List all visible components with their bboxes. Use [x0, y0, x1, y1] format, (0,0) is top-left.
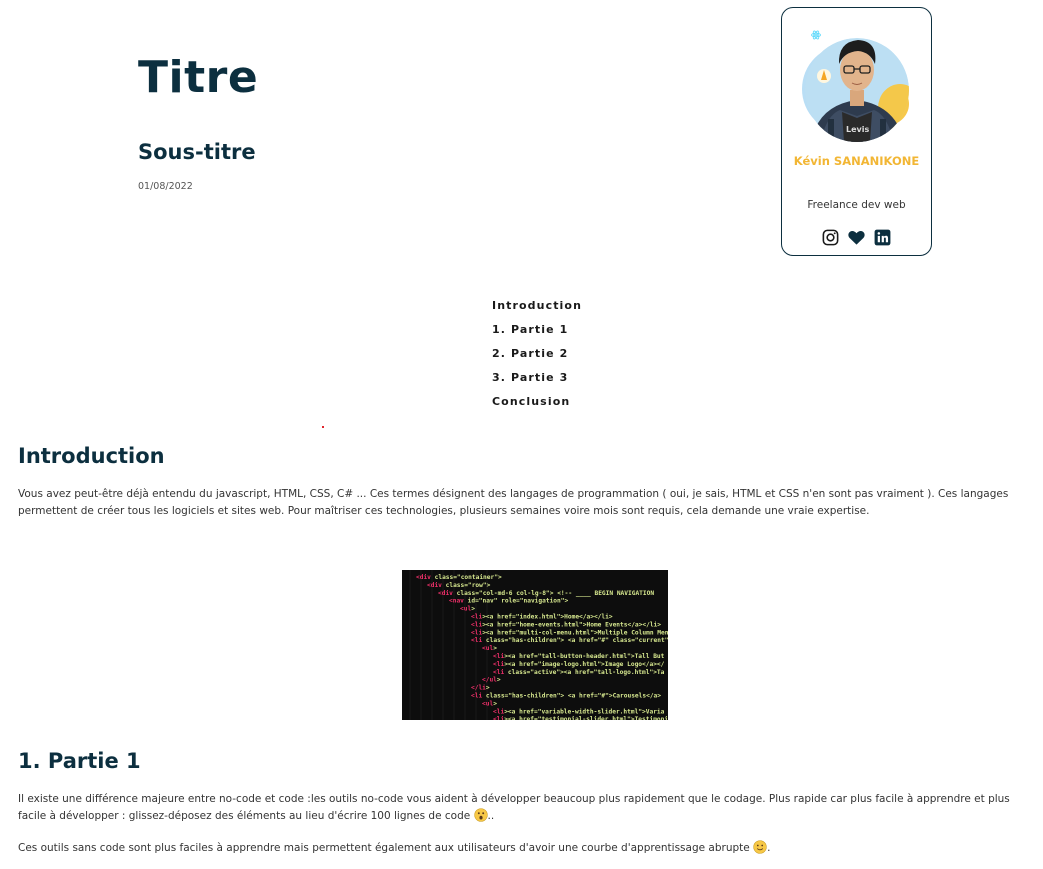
publish-date: 01/08/2022	[138, 181, 193, 192]
code-line: <div class="col-md-6 col-lg-8"> <!-- ___…	[438, 589, 654, 597]
toc-item-partie-3[interactable]: 3. Partie 3	[492, 370, 582, 394]
svg-text:Levis: Levis	[846, 125, 869, 134]
section-heading-partie-1: 1. Partie 1	[18, 749, 141, 773]
code-line: <li><a href="testimonial-slider.html">Te…	[493, 715, 668, 720]
heart-icon[interactable]	[847, 228, 866, 247]
code-line: <div class="container">	[416, 573, 502, 581]
partie-1-paragraph-1-end: ..	[487, 810, 495, 822]
instagram-icon[interactable]	[821, 228, 840, 247]
partie-1-paragraph-1: Il existe une différence majeure entre n…	[18, 791, 1033, 825]
table-of-contents: Introduction 1. Partie 1 2. Partie 2 3. …	[492, 298, 582, 418]
surprised-face-icon	[473, 808, 488, 822]
author-role: Freelance dev web	[807, 199, 906, 211]
toc-item-introduction[interactable]: Introduction	[492, 298, 582, 322]
code-line: <li><a href="index.html">Home</a></li>	[471, 613, 613, 621]
code-line: <li class="active"><a href="tall-logo.ht…	[493, 668, 665, 676]
firebase-icon	[817, 69, 831, 83]
code-line: <li class="has-children"> <a href="#">Ca…	[471, 692, 661, 700]
code-line: <div class="row">	[427, 581, 491, 589]
social-links	[782, 228, 931, 247]
code-line: <li><a href="multi-col-menu.html">Multip…	[471, 628, 668, 636]
linkedin-icon[interactable]	[873, 228, 892, 247]
author-card: B Levis	[781, 7, 932, 256]
code-line: <ul>	[482, 645, 497, 652]
code-screenshot-image: <div class="container"> <div class="row">…	[402, 570, 668, 720]
author-name: Kévin SANANIKONE	[793, 154, 920, 168]
partie-1-paragraph-1-text: Il existe une différence majeure entre n…	[18, 793, 1010, 822]
author-photo: B Levis	[802, 30, 909, 142]
code-line: <li><a href="tall-button-header.html">Ta…	[493, 652, 665, 660]
code-line: <li><a href="image-logo.html">Image Logo…	[493, 660, 665, 668]
toc-item-conclusion[interactable]: Conclusion	[492, 394, 582, 418]
smiling-face-icon	[753, 840, 767, 854]
code-line: </li>	[471, 684, 490, 692]
code-line: <ul>	[482, 700, 497, 707]
partie-1-paragraph-2-text: Ces outils sans code sont plus faciles à…	[18, 842, 750, 854]
avatar: B Levis	[800, 24, 910, 142]
page-subtitle: Sous-titre	[138, 140, 256, 164]
section-heading-introduction: Introduction	[18, 444, 165, 468]
code-line: <li class="has-children"> <a href="#" cl…	[471, 636, 668, 644]
page-title: Titre	[138, 52, 259, 103]
toc-item-partie-1[interactable]: 1. Partie 1	[492, 322, 582, 346]
react-icon	[811, 30, 821, 40]
code-line: <li><a href="variable-width-slider.html"…	[493, 707, 665, 715]
code-line: <nav id="nav" role="navigation">	[449, 597, 568, 605]
partie-1-paragraph-2: Ces outils sans code sont plus faciles à…	[18, 840, 1033, 857]
code-line: <li><a href="home-events.html">Home Even…	[471, 620, 661, 628]
partie-1-paragraph-2-end: .	[767, 842, 771, 854]
toc-item-partie-2[interactable]: 2. Partie 2	[492, 346, 582, 370]
decorative-dot	[322, 426, 324, 428]
intro-paragraph: Vous avez peut-être déjà entendu du java…	[18, 488, 1009, 517]
code-line: <ul>	[460, 606, 475, 613]
code-line: </ul>	[482, 677, 501, 684]
